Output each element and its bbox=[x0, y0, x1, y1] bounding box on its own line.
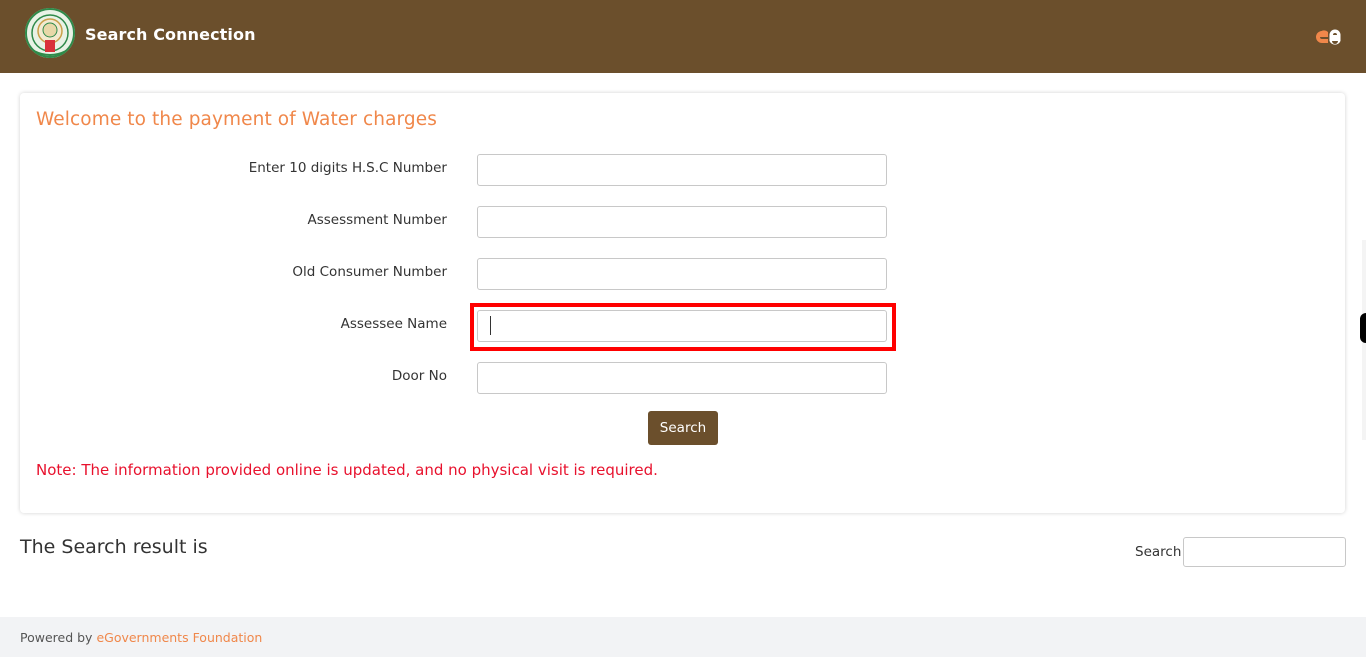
egov-logo-icon[interactable] bbox=[1316, 26, 1342, 48]
search-button[interactable]: Search bbox=[648, 411, 718, 445]
info-note: Note: The information provided online is… bbox=[36, 461, 658, 479]
hsc-number-label: Enter 10 digits H.S.C Number bbox=[248, 160, 447, 176]
side-panel-toggle[interactable] bbox=[1360, 313, 1366, 343]
form-row-assessment-number: Assessment Number bbox=[20, 206, 1345, 240]
form-row-hsc-number: Enter 10 digits H.S.C Number bbox=[20, 154, 1345, 188]
search-result-heading: The Search result is bbox=[20, 536, 208, 558]
egov-foundation-link[interactable]: eGovernments Foundation bbox=[96, 630, 262, 645]
door-no-input[interactable] bbox=[477, 362, 887, 394]
hsc-number-input[interactable] bbox=[477, 154, 887, 186]
assessee-name-input[interactable] bbox=[477, 310, 887, 342]
card-title: Welcome to the payment of Water charges bbox=[36, 109, 437, 130]
result-search-input[interactable] bbox=[1183, 537, 1346, 567]
door-no-label: Door No bbox=[391, 368, 447, 384]
page-footer: Powered by eGovernments Foundation bbox=[0, 617, 1366, 657]
page-title: Search Connection bbox=[85, 25, 256, 44]
footer-prefix: Powered by bbox=[20, 630, 97, 645]
old-consumer-number-input[interactable] bbox=[477, 258, 887, 290]
form-row-assessee-name: Assessee Name bbox=[20, 310, 1345, 344]
app-header: Search Connection bbox=[0, 0, 1366, 73]
assessment-number-label: Assessment Number bbox=[307, 212, 447, 228]
assessment-number-input[interactable] bbox=[477, 206, 887, 238]
search-form-card: Welcome to the payment of Water charges … bbox=[20, 93, 1345, 513]
form-row-old-consumer-number: Old Consumer Number bbox=[20, 258, 1345, 292]
state-emblem-icon bbox=[25, 8, 75, 58]
text-caret bbox=[490, 316, 491, 335]
footer-text: Powered by eGovernments Foundation bbox=[20, 630, 262, 645]
old-consumer-number-label: Old Consumer Number bbox=[292, 264, 447, 280]
assessee-name-label: Assessee Name bbox=[340, 316, 447, 332]
result-search-label: Search bbox=[1135, 544, 1182, 560]
form-row-door-no: Door No bbox=[20, 362, 1345, 396]
